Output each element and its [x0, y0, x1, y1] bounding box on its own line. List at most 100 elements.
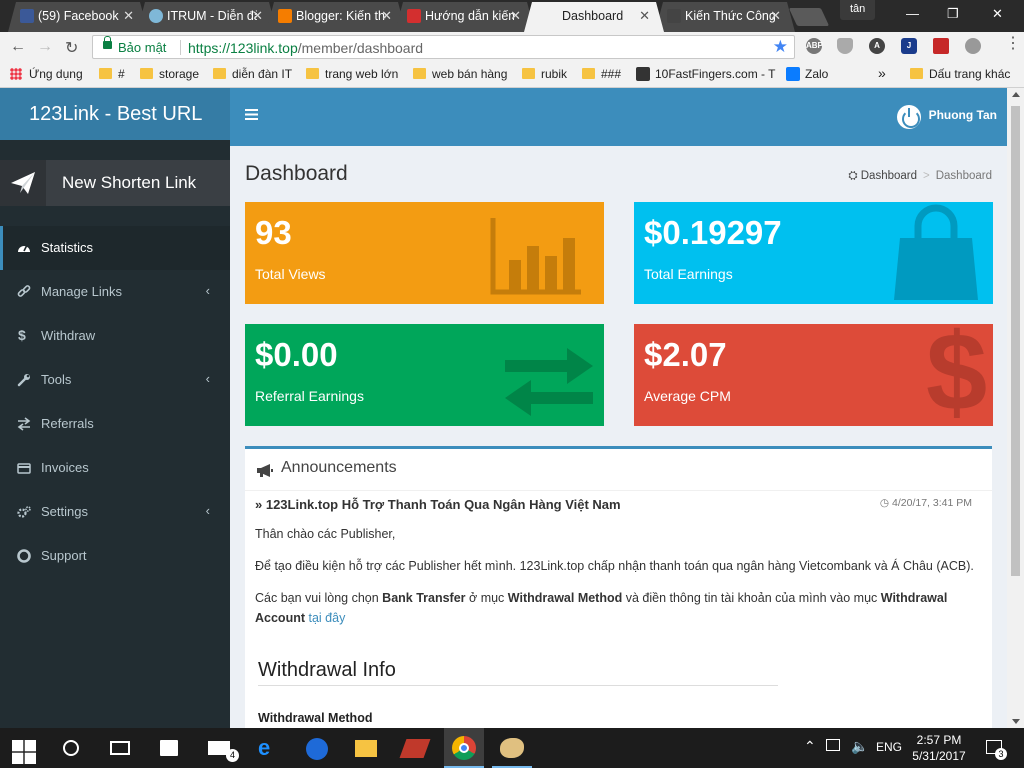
bookmark-zalo[interactable]: Zalo [786, 67, 828, 81]
bookmark-apps[interactable]: Ứng dụng [10, 67, 83, 81]
scroll-down-icon[interactable] [1012, 719, 1020, 724]
network-icon[interactable] [826, 739, 840, 751]
close-icon[interactable]: ✕ [770, 8, 781, 24]
browser-tab-itrum[interactable]: ITRUM - Diễn đàn ✕ [137, 2, 277, 32]
system-clock[interactable]: 2:57 PM 5/31/2017 [908, 732, 970, 764]
bookmark-10fastfingers[interactable]: 10FastFingers.com - T [636, 67, 775, 81]
cortana-icon[interactable] [63, 740, 79, 756]
dashboard-icon [18, 244, 30, 252]
bookmark-folder[interactable]: ### [582, 67, 621, 81]
tab-label: ITRUM - Diễn đàn [167, 9, 254, 23]
credit-card-icon [17, 463, 31, 474]
windows-taskbar: 4 e ⌃ 🔈 ENG 2:57 PM 5/31/2017 3 [0, 728, 1024, 768]
browser-tab-blogger[interactable]: Blogger: Kiến thức ✕ [266, 2, 406, 32]
stat-label: Referral Earnings [255, 388, 364, 404]
adblock-icon[interactable]: ABP [806, 38, 823, 54]
scroll-up-icon[interactable] [1012, 92, 1020, 97]
extension-j-icon[interactable]: J [901, 38, 917, 54]
sidebar-item-manage-links[interactable]: Manage Links ‹ [0, 270, 230, 314]
sidebar-item-invoices[interactable]: Invoices [0, 446, 230, 490]
announcements-header: Announcements [245, 449, 992, 491]
file-explorer-icon[interactable] [355, 740, 377, 757]
pdf-icon[interactable] [933, 38, 949, 54]
stat-box-total-earnings: $0.19297 Total Earnings [634, 202, 993, 304]
teamviewer-icon[interactable] [306, 738, 328, 760]
windows-start-icon[interactable] [12, 740, 36, 764]
reload-icon[interactable]: ↻ [65, 38, 78, 58]
cast-icon[interactable] [965, 38, 981, 54]
here-link[interactable]: tại đây [308, 611, 345, 625]
sidebar-item-tools[interactable]: Tools ‹ [0, 358, 230, 402]
chevron-left-icon: ‹ [205, 283, 210, 298]
tab-label: Kiến Thức Công [685, 9, 775, 23]
tray-overflow-icon[interactable]: ⌃ [804, 738, 816, 755]
maximize-icon[interactable]: ❐ [947, 6, 959, 22]
minimize-icon[interactable]: — [906, 6, 919, 21]
close-icon[interactable]: ✕ [381, 8, 392, 24]
browser-tab-kien-thuc[interactable]: Kiến Thức Công ✕ [655, 2, 795, 32]
sidebar-item-label: Withdraw [41, 328, 96, 343]
cogs-icon [17, 506, 31, 518]
sidebar-item-label: Tools [41, 372, 72, 387]
scrollbar-thumb[interactable] [1011, 106, 1020, 576]
language-indicator[interactable]: ENG [876, 740, 902, 754]
close-icon[interactable]: ✕ [252, 8, 263, 24]
breadcrumb-home[interactable]: ⛭ Dashboard [848, 170, 917, 182]
url-text[interactable]: https://123link.top/member/dashboard [188, 40, 423, 56]
breadcrumb: ⛭ Dashboard > Dashboard [848, 170, 992, 182]
close-icon[interactable]: ✕ [639, 8, 650, 24]
sidebar-item-label: Settings [41, 504, 88, 519]
page-scrollbar[interactable] [1007, 88, 1024, 728]
folder-icon [140, 68, 153, 79]
app-brand[interactable]: 123Link - Best URL [0, 88, 230, 140]
folder-icon [306, 68, 319, 79]
profile-button[interactable]: tân [840, 0, 876, 20]
bookmark-folder[interactable]: diễn đàn IT [213, 67, 292, 81]
new-shorten-link-button[interactable]: New Shorten Link [0, 160, 230, 206]
paper-plane-icon [11, 172, 35, 194]
sidebar-item-withdraw[interactable]: $ Withdraw [0, 314, 230, 358]
withdrawal-method-label: Withdrawal Method [258, 711, 373, 725]
volume-icon[interactable]: 🔈 [851, 738, 868, 755]
bookmark-folder[interactable]: web bán hàng [413, 67, 507, 81]
shopping-bag-icon [894, 204, 978, 300]
paint-icon[interactable] [500, 738, 524, 758]
security-label: Bảo mật [118, 40, 167, 55]
bookmark-folder[interactable]: trang web lớn [306, 67, 398, 81]
close-icon[interactable]: ✕ [510, 8, 521, 24]
address-bar[interactable]: Bảo mật https://123link.top/member/dashb… [92, 35, 795, 59]
browser-tab-huong-dan[interactable]: Hướng dẫn kiếm ✕ [395, 2, 535, 32]
edge-icon[interactable]: e [258, 737, 282, 762]
bookmark-star-icon[interactable]: ★ [773, 37, 788, 57]
mail-badge: 4 [226, 749, 239, 762]
task-view-icon[interactable] [110, 741, 130, 755]
sidebar-item-referrals[interactable]: Referrals [0, 402, 230, 446]
link-icon [17, 285, 31, 297]
close-icon[interactable]: ✕ [123, 8, 134, 24]
sidebar-item-support[interactable]: Support [0, 534, 230, 578]
shield-icon[interactable] [837, 38, 853, 54]
bookmark-folder[interactable]: storage [140, 67, 199, 81]
menu-kebab-icon[interactable]: ⋮ [1005, 36, 1021, 52]
new-tab-button[interactable] [788, 8, 830, 26]
sidebar-toggle-icon[interactable] [245, 109, 258, 120]
sidebar-item-statistics[interactable]: Statistics [0, 226, 230, 270]
forward-icon[interactable]: → [37, 38, 53, 56]
user-menu[interactable]: Phuong Tan [896, 105, 997, 129]
browser-tab-dashboard[interactable]: Dashboard ✕ [524, 2, 664, 32]
bookmarks-overflow-button[interactable]: » [860, 65, 886, 81]
app-icon[interactable] [399, 739, 431, 758]
extension-a-icon[interactable]: A [869, 38, 885, 54]
browser-tab-facebook[interactable]: (59) Facebook ✕ [8, 2, 148, 32]
tab-label: Dashboard [562, 9, 624, 23]
store-icon[interactable] [160, 740, 178, 756]
chevron-left-icon: ‹ [205, 371, 210, 386]
back-icon[interactable]: ← [10, 38, 26, 56]
power-icon [896, 105, 921, 129]
bookmark-folder[interactable]: rubik [522, 67, 567, 81]
bookmark-other[interactable]: Dấu trang khác [910, 67, 1010, 81]
close-window-icon[interactable]: ✕ [992, 6, 1003, 22]
bookmark-folder[interactable]: # [99, 67, 125, 81]
sidebar-item-settings[interactable]: Settings ‹ [0, 490, 230, 534]
zalo-icon [786, 67, 800, 81]
